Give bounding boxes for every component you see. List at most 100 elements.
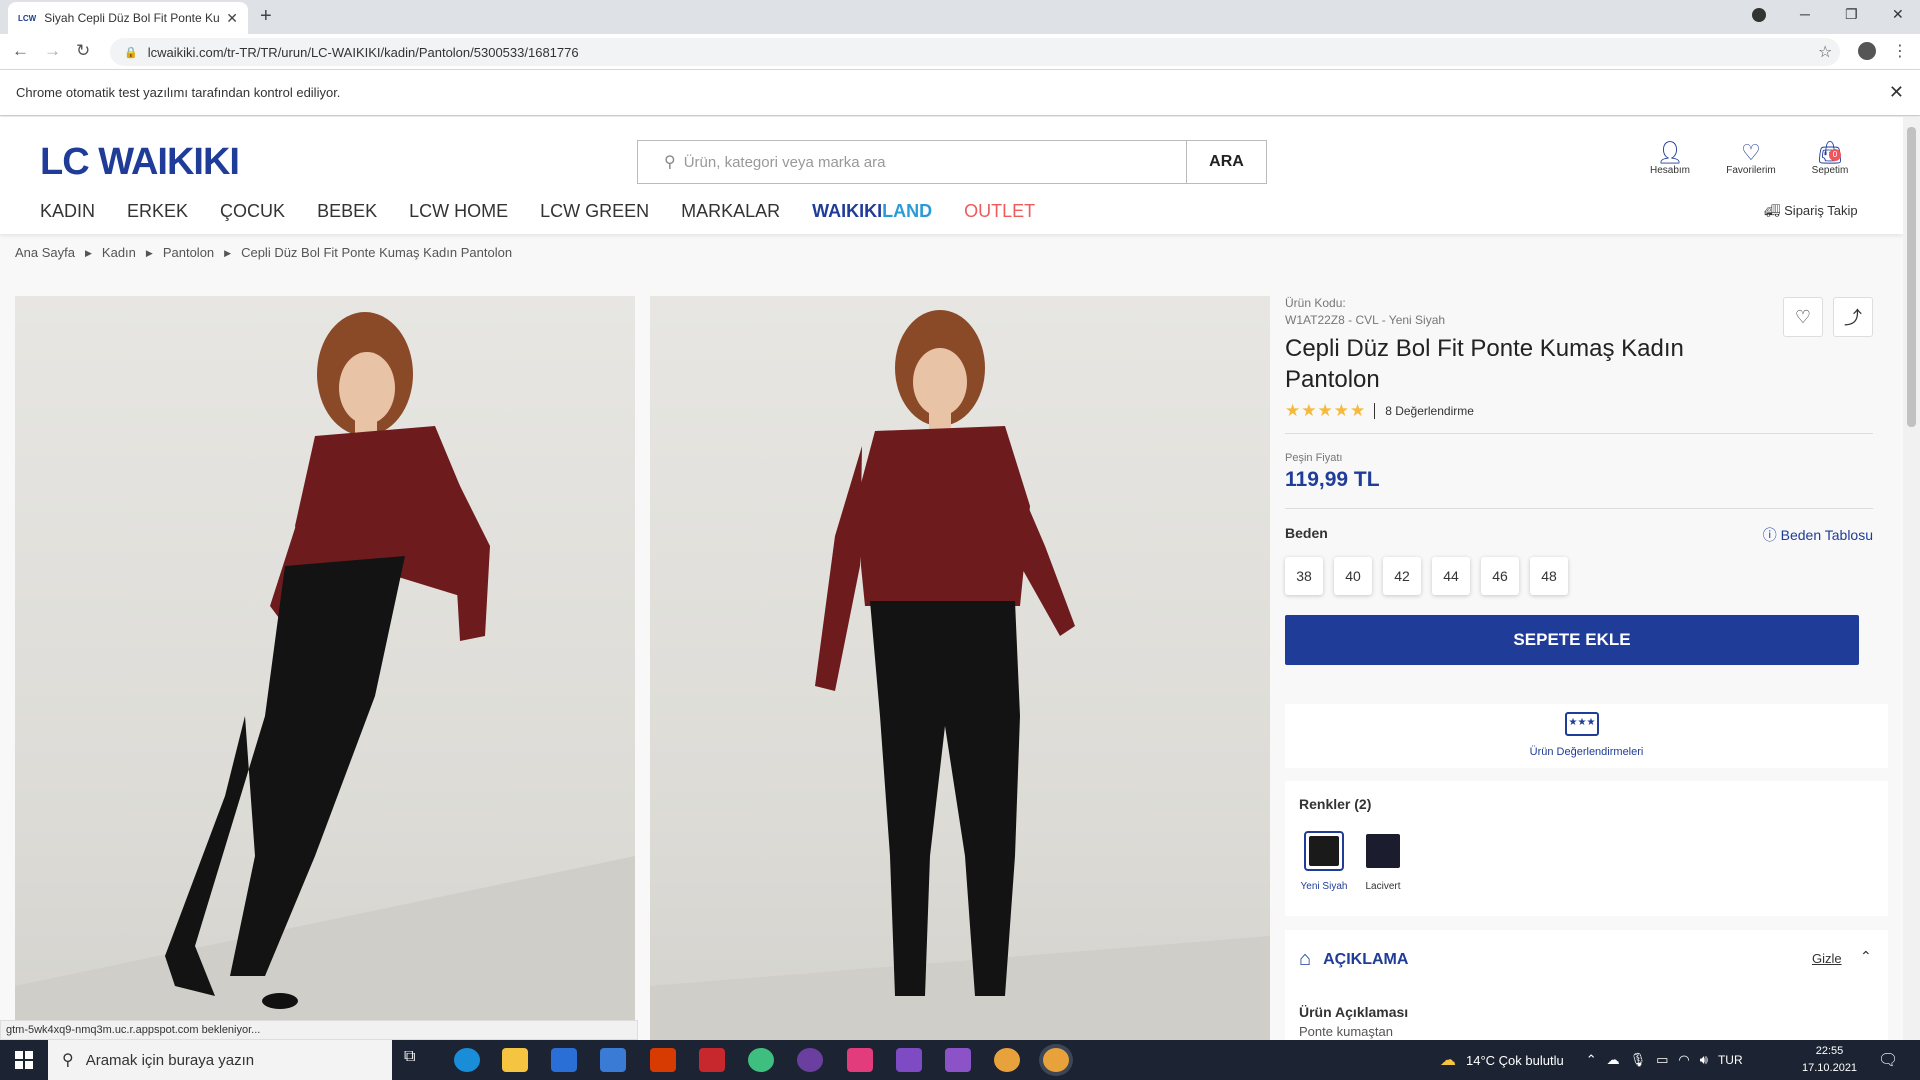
file-explorer-icon[interactable] [502, 1048, 528, 1072]
back-icon[interactable]: ← [12, 41, 29, 61]
infobar-close-icon[interactable]: ✕ [1889, 82, 1904, 103]
browser-tab[interactable]: LCW Siyah Cepli Düz Bol Fit Ponte Kum ✕ [8, 2, 248, 34]
size-option[interactable]: 38 [1285, 557, 1323, 595]
reload-icon[interactable]: ↻ [76, 41, 90, 61]
clock-date: 17.10.2021 [1802, 1062, 1858, 1074]
order-tracking-label: Sipariş Takip [1784, 203, 1858, 218]
browser-toolbar: ← → ↻ 🔒 lcwaikiki.com/tr-TR/TR/urun/LC-W… [0, 34, 1920, 70]
maximize-icon[interactable]: ❐ [1845, 6, 1858, 23]
edge-icon[interactable] [454, 1048, 480, 1072]
windows-start-button[interactable] [0, 1040, 48, 1080]
nav-item-outlet[interactable]: OUTLET [964, 201, 1035, 222]
weather-icon: ☁ [1440, 1052, 1456, 1069]
nav-item-waikikiland[interactable]: WAIKIKILAND [812, 201, 932, 222]
task-view-icon[interactable]: ⧉ [404, 1048, 430, 1072]
favorites-button[interactable]: ♡ Favorilerim [1721, 141, 1781, 177]
color-swatch-selected[interactable] [1304, 831, 1344, 871]
microphone-icon[interactable]: 🎙︎ [1630, 1052, 1647, 1068]
volume-icon[interactable]: 🔊︎ [1700, 1052, 1708, 1068]
jetbrains-icon[interactable] [847, 1048, 873, 1072]
search-icon: ⚲ [62, 1052, 74, 1069]
size-header: Beden ⓘ Beden Tablosu [1285, 525, 1873, 545]
taskbar-clock[interactable]: 22:55 17.10.2021 [1802, 1043, 1857, 1077]
rating-divider [1374, 403, 1376, 419]
chrome-icon[interactable] [994, 1048, 1020, 1072]
size-option[interactable]: 40 [1334, 557, 1372, 595]
mail-icon[interactable] [600, 1048, 626, 1072]
chrome-menu-icon[interactable]: ⋮ [1892, 41, 1908, 61]
user-icon: 👤︎ [1656, 140, 1684, 165]
app-icon[interactable] [797, 1048, 823, 1072]
taskbar-search-placeholder: Aramak için buraya yazın [85, 1051, 255, 1069]
size-option[interactable]: 42 [1383, 557, 1421, 595]
size-chart-label: Beden Tablosu [1780, 527, 1873, 543]
nav-item-markalar[interactable]: MARKALAR [681, 201, 780, 222]
nav-item-cocuk[interactable]: ÇOCUK [220, 201, 285, 222]
address-bar[interactable]: 🔒 lcwaikiki.com/tr-TR/TR/urun/LC-WAIKIKI… [110, 38, 1840, 66]
product-rating[interactable]: ★★★★★ 8 Değerlendirme [1285, 401, 1888, 421]
office-icon[interactable] [650, 1048, 676, 1072]
hide-description-link[interactable]: Gizle [1812, 951, 1842, 966]
wifi-icon[interactable]: ◠ [1678, 1052, 1689, 1068]
search-input[interactable]: ⚲ Ürün, kategori veya marka ara [638, 141, 1186, 183]
site-logo[interactable]: LC WAIKIKI [40, 141, 240, 184]
notification-icon[interactable]: 🗨︎ [1878, 1050, 1898, 1070]
breadcrumb-separator-icon: ▶ [145, 248, 153, 258]
color-swatch[interactable] [1363, 831, 1403, 871]
filezilla-icon[interactable] [699, 1048, 725, 1072]
account-label: Hesabım [1649, 165, 1690, 176]
app-icon[interactable] [748, 1048, 774, 1072]
scrollbar-thumb[interactable] [1907, 127, 1916, 427]
breadcrumb-pantolon[interactable]: Pantolon [163, 245, 214, 261]
size-option[interactable]: 48 [1530, 557, 1568, 595]
language-indicator[interactable]: TUR [1718, 1053, 1743, 1067]
cart-label: Sepetim [1811, 165, 1849, 176]
tray-chevron-icon[interactable]: ⌃ [1586, 1052, 1597, 1068]
tab-close-icon[interactable]: ✕ [226, 10, 238, 27]
vscode-icon[interactable] [896, 1048, 922, 1072]
weather-text[interactable]: 14°C Çok bulutlu [1466, 1053, 1564, 1068]
rating-count: 8 Değerlendirme [1385, 404, 1474, 418]
breadcrumb-separator-icon: ▶ [224, 248, 232, 258]
chrome-active-icon[interactable] [1043, 1048, 1069, 1072]
size-option[interactable]: 44 [1432, 557, 1470, 595]
profile-avatar-icon[interactable] [1858, 42, 1876, 60]
breadcrumb-kadin[interactable]: Kadın [102, 245, 136, 261]
reviews-card[interactable]: ★★★ Ürün Değerlendirmeleri [1285, 704, 1888, 768]
product-image-1[interactable] [15, 296, 635, 1050]
account-button[interactable]: 👤︎ Hesabım [1640, 140, 1700, 177]
favorites-label: Favorilerim [1726, 165, 1776, 176]
network-icon[interactable]: ☁ [1607, 1052, 1620, 1068]
taskbar-search-input[interactable]: ⚲ Aramak için buraya yazın [48, 1040, 392, 1080]
minimize-icon[interactable]: ─ [1800, 6, 1810, 22]
visual-studio-icon[interactable] [945, 1048, 971, 1072]
color-name: Yeni Siyah [1300, 881, 1348, 892]
chevron-up-icon[interactable]: ⌃ [1860, 948, 1872, 965]
window-close-icon[interactable]: ✕ [1892, 6, 1904, 23]
battery-icon[interactable]: ▭ [1656, 1052, 1668, 1068]
land-text: LAND [882, 201, 933, 221]
product-price: 119,99 TL [1285, 468, 1380, 491]
nav-item-erkek[interactable]: ERKEK [127, 201, 188, 222]
forward-icon[interactable]: → [44, 41, 61, 61]
nav-item-bebek[interactable]: BEBEK [317, 201, 377, 222]
bookmark-star-icon[interactable]: ☆ [1818, 42, 1832, 62]
order-tracking-link[interactable]: 🚚︎ Sipariş Takip [1764, 203, 1858, 219]
nav-item-lcw-home[interactable]: LCW HOME [409, 201, 508, 222]
nav-item-lcw-green[interactable]: LCW GREEN [540, 201, 649, 222]
description-header[interactable]: ⌂ AÇIKLAMA [1299, 948, 1408, 971]
add-to-cart-button[interactable]: SEPETE EKLE [1285, 615, 1859, 665]
tab-title: Siyah Cepli Düz Bol Fit Ponte Kum [44, 11, 221, 25]
search-button[interactable]: ARA [1186, 141, 1266, 183]
size-label: Beden [1285, 525, 1328, 541]
size-chart-link[interactable]: ⓘ Beden Tablosu [1763, 525, 1873, 545]
store-icon[interactable] [551, 1048, 577, 1072]
nav-item-kadin[interactable]: KADIN [40, 201, 95, 222]
page-scrollbar[interactable] [1903, 117, 1920, 1040]
breadcrumb-home[interactable]: Ana Sayfa [15, 245, 75, 261]
rating-stars-icon: ★★★★★ [1285, 401, 1367, 420]
product-image-2[interactable] [650, 296, 1270, 1050]
size-option[interactable]: 46 [1481, 557, 1519, 595]
profile-dropdown-icon[interactable] [1752, 8, 1766, 22]
new-tab-button[interactable]: + [260, 5, 272, 28]
